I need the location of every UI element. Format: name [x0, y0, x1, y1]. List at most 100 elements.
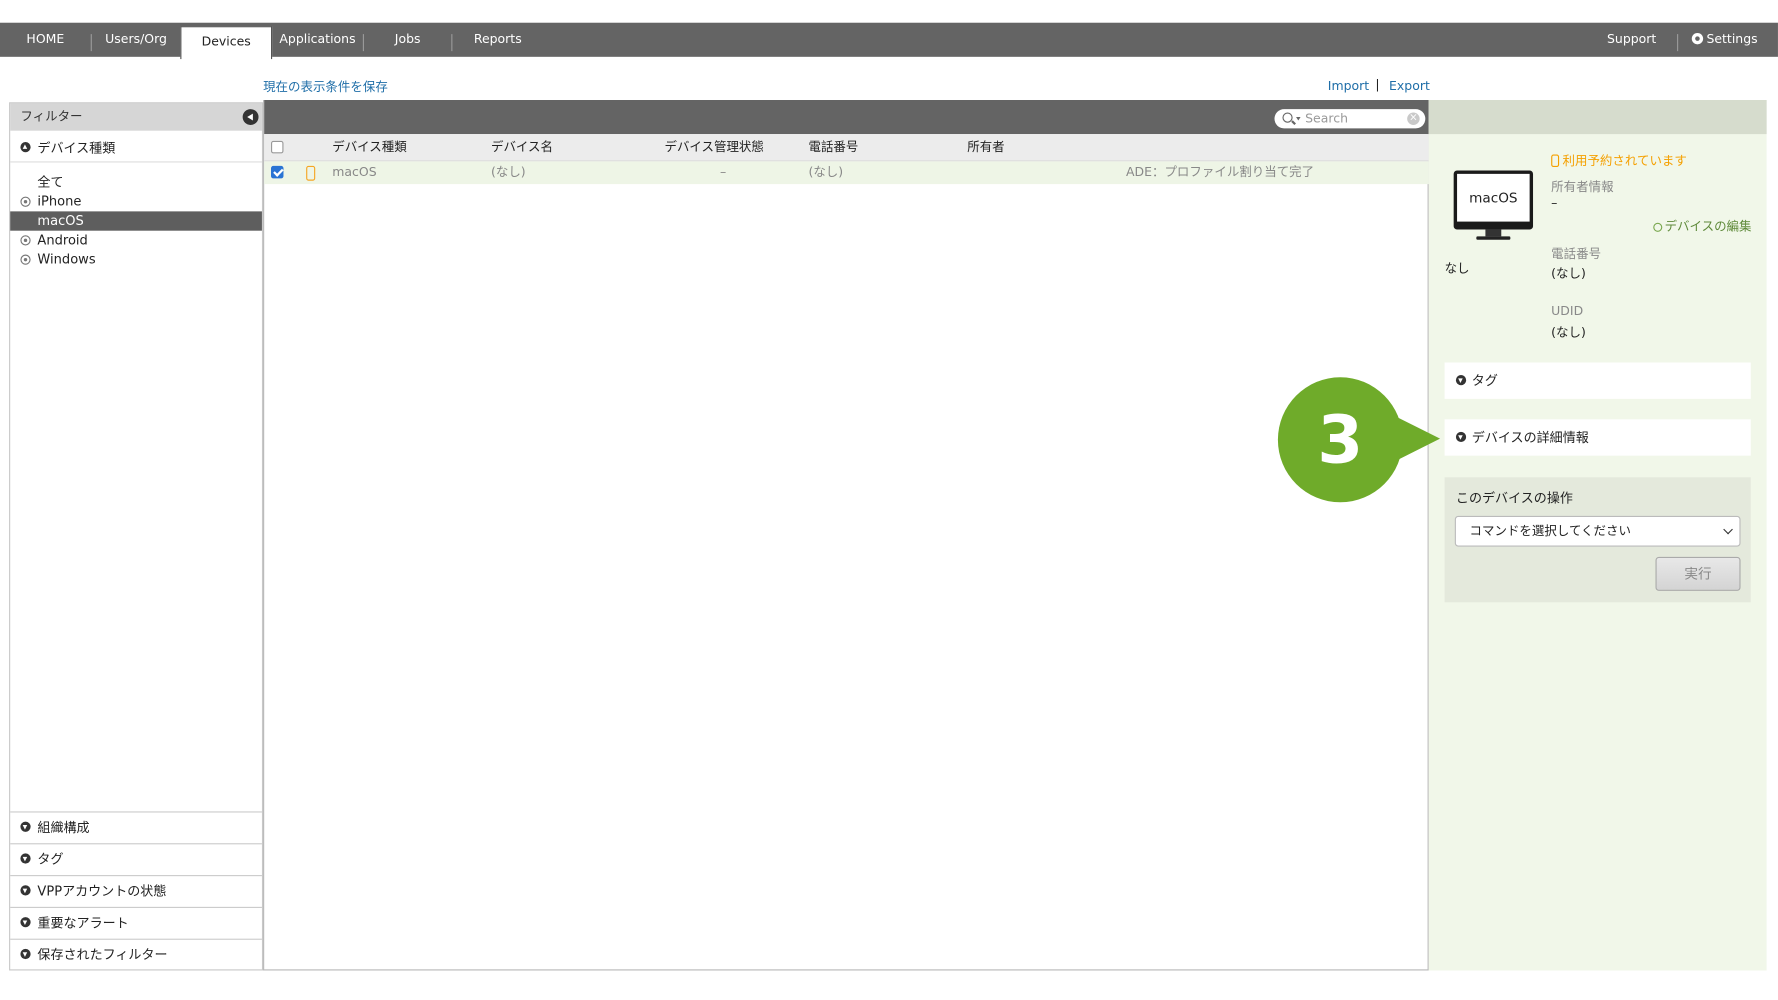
command-select[interactable]: コマンドを選択してください [1454, 515, 1741, 547]
expand-icon[interactable] [20, 254, 31, 265]
reserved-notice: 利用予約されています [1551, 151, 1687, 169]
column-owner[interactable]: 所有者 [967, 134, 1004, 161]
filter-item-android[interactable]: Android [10, 231, 262, 250]
expand-down-icon [20, 917, 31, 928]
detail-header-bar [1428, 100, 1767, 135]
chevron-down-icon [1723, 524, 1733, 535]
device-detail-panel: macOS なし 利用予約されています 所有者情報 – デバイスの編集 電話番号… [1428, 100, 1767, 971]
cell-device-type: macOS [332, 164, 377, 180]
section-tags[interactable]: タグ [10, 843, 262, 874]
filter-item-macos[interactable]: macOS [10, 211, 262, 231]
section-label: タグ [37, 851, 64, 868]
tab-reports[interactable]: Reports [452, 23, 543, 57]
filter-item-windows[interactable]: Windows [10, 250, 262, 269]
export-link[interactable]: Export [1389, 78, 1430, 93]
search-icon [1282, 112, 1293, 123]
cell-status: ADE：プロファイル割り当て完了 [1125, 164, 1315, 180]
table-header: デバイス種類 デバイス名 デバイス管理状態 電話番号 所有者 [264, 134, 1429, 162]
column-management-state[interactable]: デバイス管理状態 [664, 134, 763, 161]
gear-icon [1691, 32, 1704, 45]
device-type-header[interactable]: デバイス種類 [10, 133, 262, 163]
cell-management-state: – [720, 164, 727, 180]
mobile-device-icon [306, 165, 316, 181]
edit-label: デバイスの編集 [1664, 219, 1752, 235]
search-placeholder: Search [1305, 111, 1348, 127]
section-label: 組織構成 [37, 819, 90, 836]
clear-icon[interactable]: × [1407, 112, 1420, 126]
device-details-section[interactable]: デバイスの詳細情報 [1444, 419, 1751, 456]
tab-jobs[interactable]: Jobs [364, 23, 451, 57]
import-link[interactable]: Import [1328, 78, 1369, 93]
save-conditions-link[interactable]: 現在の表示条件を保存 [263, 77, 388, 95]
filter-item-all[interactable]: 全て [10, 173, 262, 192]
run-button[interactable]: 実行 [1655, 556, 1741, 591]
owner-label: 所有者情報 [1551, 179, 1614, 195]
details-section-label: デバイスの詳細情報 [1471, 429, 1589, 446]
column-device-type[interactable]: デバイス種類 [332, 134, 406, 161]
phone-label: 電話番号 [1551, 246, 1602, 262]
step-callout: 3 [1277, 377, 1403, 503]
filter-item-iphone[interactable]: iPhone [10, 192, 262, 211]
phone-icon [1551, 154, 1560, 168]
filter-item-label: Android [37, 231, 88, 248]
tab-applications[interactable]: Applications [272, 23, 363, 57]
section-label: 重要なアラート [37, 914, 129, 931]
device-operations: このデバイスの操作 コマンドを選択してください 実行 [1444, 477, 1751, 603]
udid-value: (なし) [1551, 325, 1586, 340]
settings-link[interactable]: Settings [1687, 23, 1762, 57]
top-nav: HOME Users/Org Devices Applications Jobs… [0, 22, 1778, 60]
column-device-name[interactable]: デバイス名 [491, 134, 553, 161]
cell-phone: (なし) [808, 164, 844, 180]
operations-title: このデバイスの操作 [1455, 489, 1573, 506]
settings-label: Settings [1706, 31, 1758, 47]
section-label: 保存されたフィルター [37, 946, 168, 963]
section-alerts[interactable]: 重要なアラート [10, 906, 262, 938]
list-toolbar: Search × [264, 100, 1429, 135]
filter-panel: フィルター デバイス種類 全て iPhone macOS Android Win… [9, 102, 264, 971]
tab-users-org[interactable]: Users/Org [92, 23, 180, 57]
edit-icon [1653, 222, 1663, 232]
filter-item-label: iPhone [37, 193, 82, 210]
table-row[interactable]: macOS (なし) – (なし) ADE：プロファイル割り当て完了 [264, 161, 1429, 185]
edit-device-link[interactable]: デバイスの編集 [1653, 217, 1752, 235]
monitor-stand [1485, 229, 1502, 237]
device-list: Search × デバイス種類 デバイス名 デバイス管理状態 電話番号 所有者 … [263, 100, 1429, 971]
tab-devices[interactable]: Devices [180, 26, 273, 60]
device-caption: なし [1444, 261, 1470, 277]
select-all-checkbox[interactable] [271, 140, 284, 154]
expand-down-icon [20, 885, 31, 896]
tags-section-label: タグ [1471, 372, 1498, 389]
phone-value: (なし) [1551, 265, 1586, 281]
device-type-label: デバイス種類 [37, 139, 116, 156]
monitor-icon: macOS [1453, 170, 1534, 240]
section-saved-filters[interactable]: 保存されたフィルター [10, 938, 262, 970]
row-checkbox[interactable] [271, 165, 284, 179]
tab-home[interactable]: HOME [0, 23, 91, 57]
expand-down-icon [20, 821, 31, 832]
column-phone[interactable]: 電話番号 [808, 134, 858, 161]
expand-down-icon [20, 853, 31, 864]
nav-separator [1677, 34, 1679, 52]
expand-icon[interactable] [20, 235, 31, 246]
udid-label: UDID [1551, 303, 1584, 319]
expand-down-icon [1455, 375, 1467, 386]
section-label: VPPアカウントの状態 [37, 882, 167, 899]
reserved-text: 利用予約されています [1562, 153, 1687, 169]
filter-title: フィルター [20, 109, 83, 124]
support-link[interactable]: Support [1597, 23, 1667, 57]
tags-section[interactable]: タグ [1444, 362, 1751, 399]
section-vpp-account[interactable]: VPPアカウントの状態 [10, 875, 262, 906]
search-input[interactable]: Search × [1274, 109, 1426, 129]
expand-down-icon [20, 948, 31, 960]
filter-header: フィルター [10, 103, 262, 131]
command-select-value: コマンドを選択してください [1469, 523, 1631, 539]
section-organization[interactable]: 組織構成 [10, 811, 262, 842]
filter-item-label: Windows [37, 251, 96, 268]
collapse-icon[interactable] [242, 109, 259, 126]
expand-icon[interactable] [20, 196, 31, 207]
expand-down-icon [1455, 431, 1467, 443]
cell-device-name: (なし) [490, 164, 526, 180]
collapse-up-icon [20, 142, 31, 153]
search-options-icon[interactable] [1296, 117, 1301, 121]
device-label: macOS [1457, 173, 1530, 222]
